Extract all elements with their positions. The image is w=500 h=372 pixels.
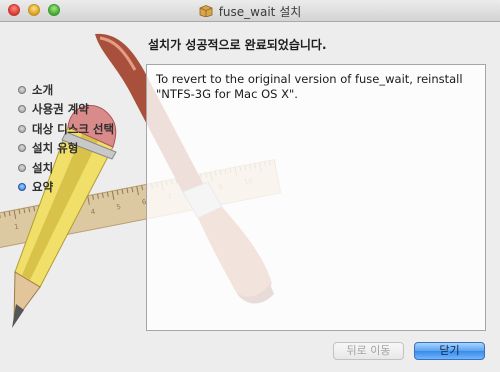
step-item: 설치 (18, 158, 114, 178)
step-label: 요약 (32, 180, 54, 195)
close-button[interactable]: 닫기 (414, 342, 485, 360)
step-bullet-icon (18, 105, 26, 114)
page-heading: 설치가 성공적으로 완료되었습니다. (148, 38, 327, 52)
step-item: 요약 (18, 178, 114, 198)
window-title-wrap: fuse_wait 설치 (0, 0, 500, 22)
active-step-bullet-icon (18, 183, 26, 192)
package-icon (199, 5, 213, 17)
step-label: 설치 (32, 160, 54, 175)
step-label: 설치 유형 (32, 141, 79, 156)
step-item: 대상 디스크 선택 (18, 119, 114, 139)
go-back-button[interactable]: 뒤로 이동 (333, 342, 404, 360)
step-item: 사용권 계약 (18, 100, 114, 120)
step-label: 소개 (32, 82, 54, 97)
installer-steps: 소개사용권 계약대상 디스크 선택설치 유형설치요약 (18, 80, 114, 197)
step-bullet-icon (18, 144, 26, 153)
step-item: 소개 (18, 80, 114, 100)
installer-window: 12345678910 fuse_wait 설 (0, 0, 500, 372)
summary-message: To revert to the original version of fus… (156, 72, 463, 101)
step-label: 대상 디스크 선택 (32, 121, 115, 136)
step-item: 설치 유형 (18, 139, 114, 159)
title-bar: fuse_wait 설치 (0, 0, 500, 22)
step-label: 사용권 계약 (32, 102, 89, 117)
step-bullet-icon (18, 124, 26, 133)
summary-panel: To revert to the original version of fus… (146, 64, 486, 331)
step-bullet-icon (18, 163, 26, 172)
step-bullet-icon (18, 85, 26, 94)
window-title: fuse_wait 설치 (218, 4, 302, 19)
